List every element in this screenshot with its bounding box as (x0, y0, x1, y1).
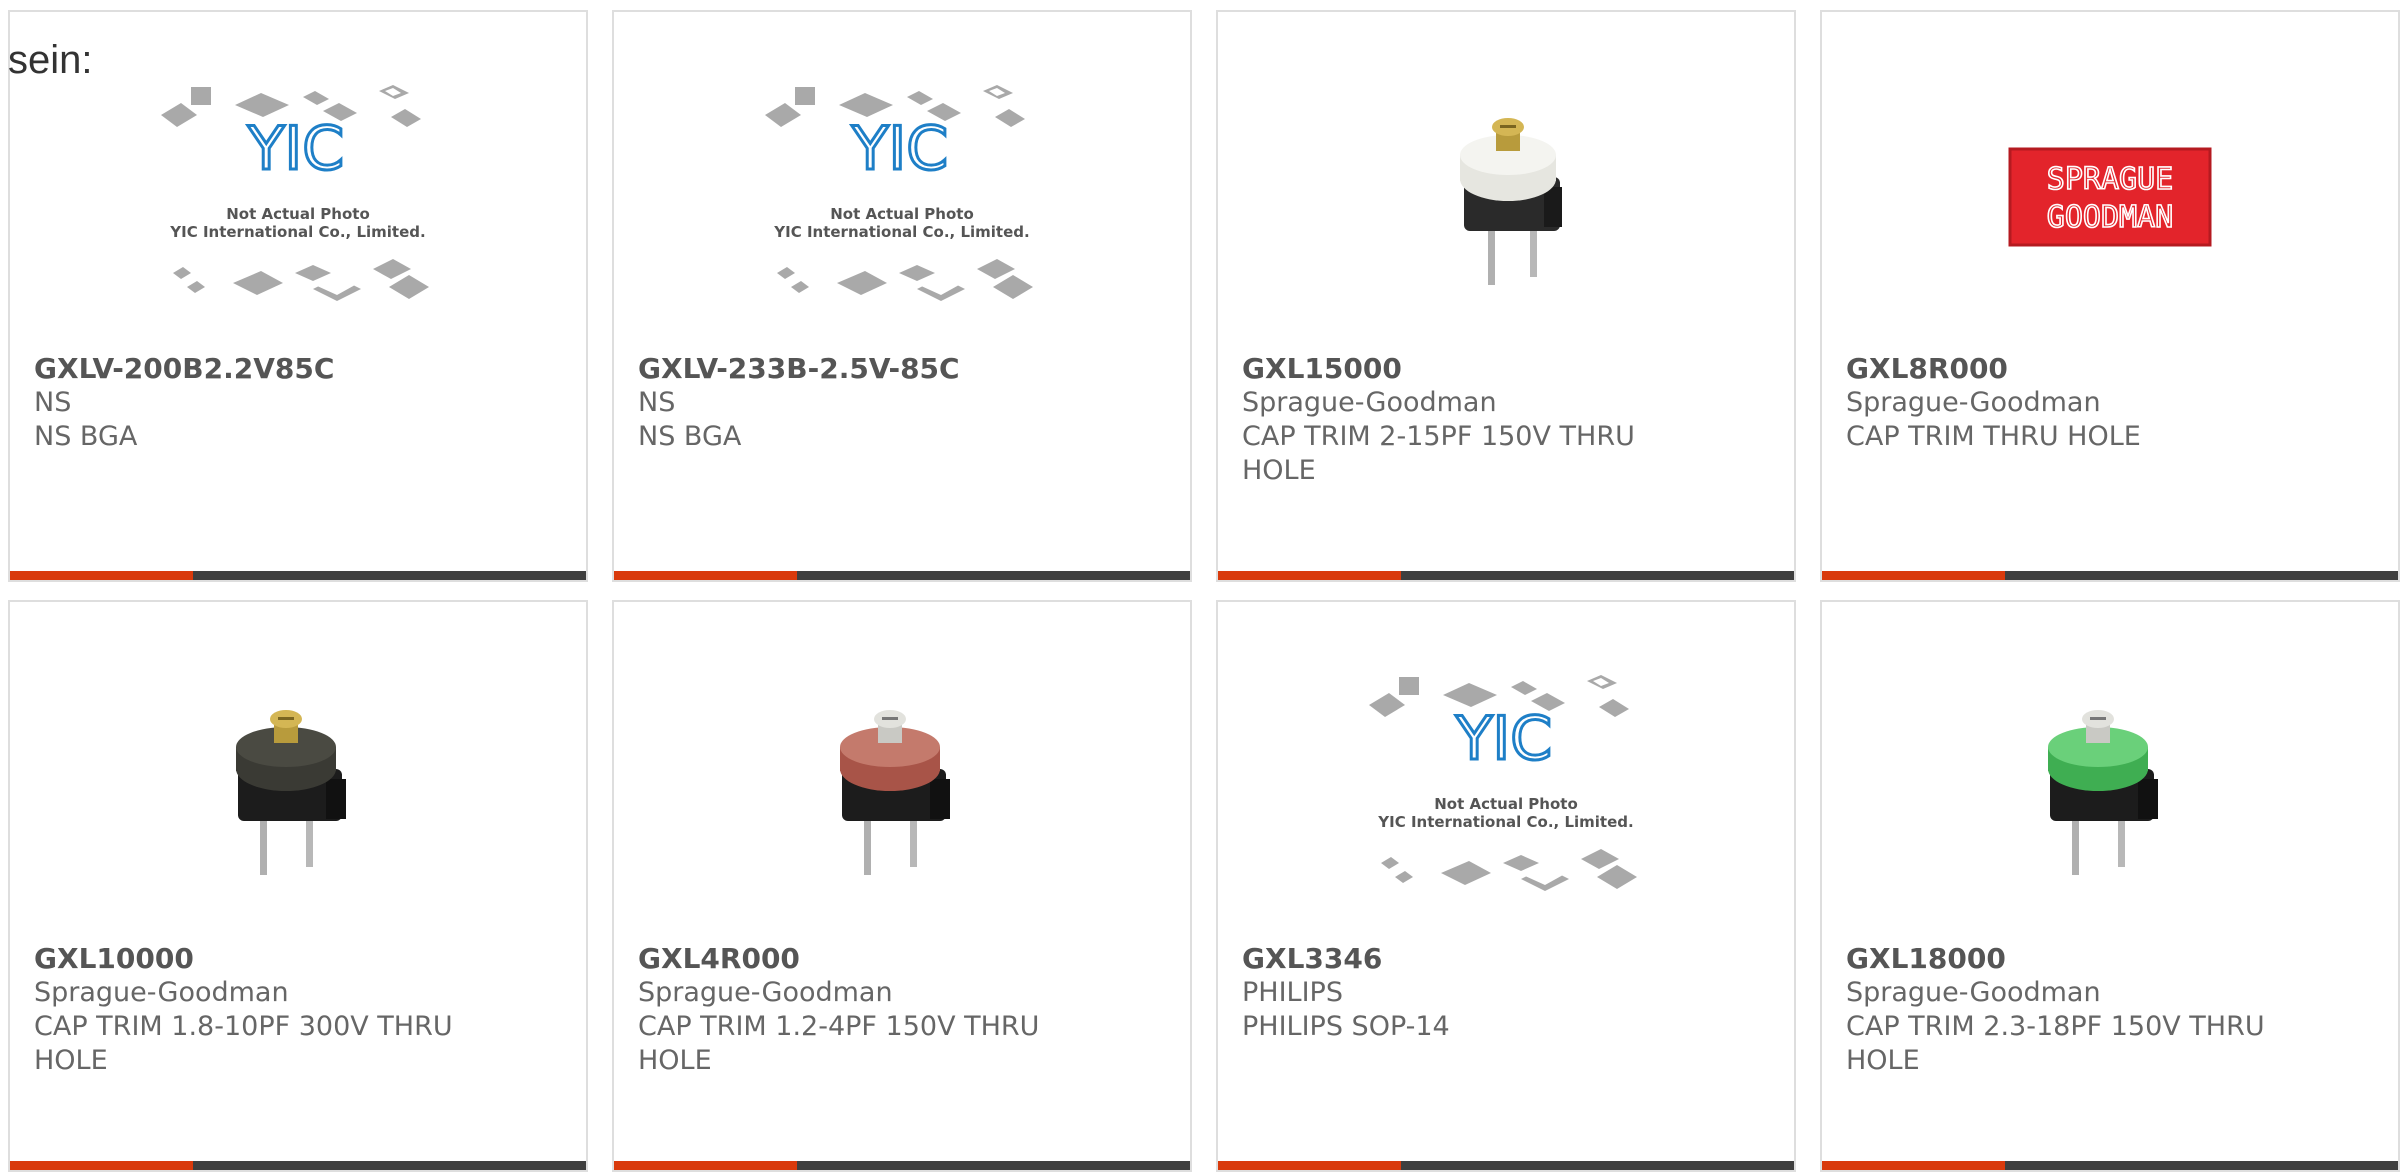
card-bottom-bar (614, 571, 1190, 580)
product-photo-trimmer-capacitor[interactable] (1218, 52, 1794, 342)
product-card[interactable]: GXL15000 Sprague-Goodman CAP TRIM 2-15PF… (1216, 10, 1796, 582)
yic-logo: YIC (247, 114, 344, 184)
part-number-link[interactable]: GXL15000 (1242, 352, 1674, 386)
description: NS BGA (34, 421, 138, 452)
manufacturer: Sprague-Goodman (34, 977, 289, 1008)
product-card[interactable]: GXL4R000 Sprague-Goodman CAP TRIM 1.2-4P… (612, 600, 1192, 1172)
product-card[interactable]: GXL10000 Sprague-Goodman CAP TRIM 1.8-10… (8, 600, 588, 1172)
part-number-link[interactable]: GXL3346 (1242, 942, 1674, 976)
manufacturer: Sprague-Goodman (1846, 387, 2101, 418)
description: CAP TRIM 1.8-10PF 300V THRU HOLE (34, 1011, 453, 1076)
part-number-link[interactable]: GXL8R000 (1846, 352, 2278, 386)
product-photo-trimmer-capacitor[interactable] (10, 642, 586, 932)
product-info: GXL3346 PHILIPS PHILIPS SOP-14 (1242, 942, 1674, 1044)
placeholder-note: Not Actual Photo (226, 205, 370, 223)
manufacturer: NS (34, 387, 72, 418)
yic-logo: YIC (1455, 704, 1552, 774)
description: CAP TRIM 1.2-4PF 150V THRU HOLE (638, 1011, 1040, 1076)
placeholder-company: YIC International Co., Limited. (169, 223, 425, 241)
accent-bar (10, 571, 193, 580)
product-image-placeholder[interactable]: YIC Not Actual Photo YIC International C… (1218, 642, 1794, 932)
description: NS BGA (638, 421, 742, 452)
manufacturer: Sprague-Goodman (1242, 387, 1497, 418)
product-card[interactable]: YIC Not Actual Photo YIC International C… (8, 10, 588, 582)
product-photo-trimmer-capacitor[interactable] (1822, 642, 2398, 932)
product-photo-trimmer-capacitor[interactable] (614, 642, 1190, 932)
description: CAP TRIM THRU HOLE (1846, 421, 2141, 452)
manufacturer: Sprague-Goodman (1846, 977, 2101, 1008)
product-info: GXLV-233B-2.5V-85C NS NS BGA (638, 352, 1070, 454)
product-info: GXL15000 Sprague-Goodman CAP TRIM 2-15PF… (1242, 352, 1674, 488)
product-info: GXL10000 Sprague-Goodman CAP TRIM 1.8-10… (34, 942, 466, 1078)
manufacturer: PHILIPS (1242, 977, 1343, 1008)
product-info: GXL4R000 Sprague-Goodman CAP TRIM 1.2-4P… (638, 942, 1070, 1078)
sprague-logo-line1: SPRAGUE (2047, 162, 2173, 197)
card-bottom-bar (614, 1161, 1190, 1170)
product-card[interactable]: YIC Not Actual Photo YIC International C… (1216, 600, 1796, 1172)
product-grid: YIC Not Actual Photo YIC International C… (8, 10, 2400, 1172)
placeholder-note: Not Actual Photo (1434, 795, 1578, 813)
manufacturer: NS (638, 387, 676, 418)
part-number-link[interactable]: GXLV-233B-2.5V-85C (638, 352, 1070, 386)
accent-bar (614, 1161, 797, 1170)
product-info: GXL18000 Sprague-Goodman CAP TRIM 2.3-18… (1846, 942, 2278, 1078)
product-card[interactable]: YIC Not Actual Photo YIC International C… (612, 10, 1192, 582)
product-card[interactable]: GXL18000 Sprague-Goodman CAP TRIM 2.3-18… (1820, 600, 2400, 1172)
part-number-link[interactable]: GXL4R000 (638, 942, 1070, 976)
description: CAP TRIM 2.3-18PF 150V THRU HOLE (1846, 1011, 2265, 1076)
product-image-placeholder[interactable]: YIC Not Actual Photo YIC International C… (10, 52, 586, 342)
product-info: GXLV-200B2.2V85C NS NS BGA (34, 352, 466, 454)
sprague-logo-line2: GOODMAN (2047, 200, 2173, 235)
manufacturer: Sprague-Goodman (638, 977, 893, 1008)
card-bottom-bar (1822, 1161, 2398, 1170)
placeholder-company: YIC International Co., Limited. (773, 223, 1029, 241)
accent-bar (1822, 1161, 2005, 1170)
accent-bar (1218, 1161, 1401, 1170)
part-number-link[interactable]: GXLV-200B2.2V85C (34, 352, 466, 386)
part-number-link[interactable]: GXL10000 (34, 942, 466, 976)
card-bottom-bar (1822, 571, 2398, 580)
manufacturer-logo-image[interactable]: SPRAGUE GOODMAN (1822, 52, 2398, 342)
part-number-link[interactable]: GXL18000 (1846, 942, 2278, 976)
product-info: GXL8R000 Sprague-Goodman CAP TRIM THRU H… (1846, 352, 2278, 454)
intro-text: sein: (8, 38, 93, 82)
placeholder-note: Not Actual Photo (830, 205, 974, 223)
yic-logo: YIC (851, 114, 948, 184)
card-bottom-bar (1218, 1161, 1794, 1170)
product-card[interactable]: SPRAGUE GOODMAN GXL8R000 Sprague-Goodman… (1820, 10, 2400, 582)
accent-bar (1822, 571, 2005, 580)
accent-bar (1218, 571, 1401, 580)
card-bottom-bar (10, 1161, 586, 1170)
accent-bar (10, 1161, 193, 1170)
description: PHILIPS SOP-14 (1242, 1011, 1450, 1042)
product-image-placeholder[interactable]: YIC Not Actual Photo YIC International C… (614, 52, 1190, 342)
card-bottom-bar (1218, 571, 1794, 580)
description: CAP TRIM 2-15PF 150V THRU HOLE (1242, 421, 1635, 486)
card-bottom-bar (10, 571, 586, 580)
placeholder-company: YIC International Co., Limited. (1377, 813, 1633, 831)
accent-bar (614, 571, 797, 580)
